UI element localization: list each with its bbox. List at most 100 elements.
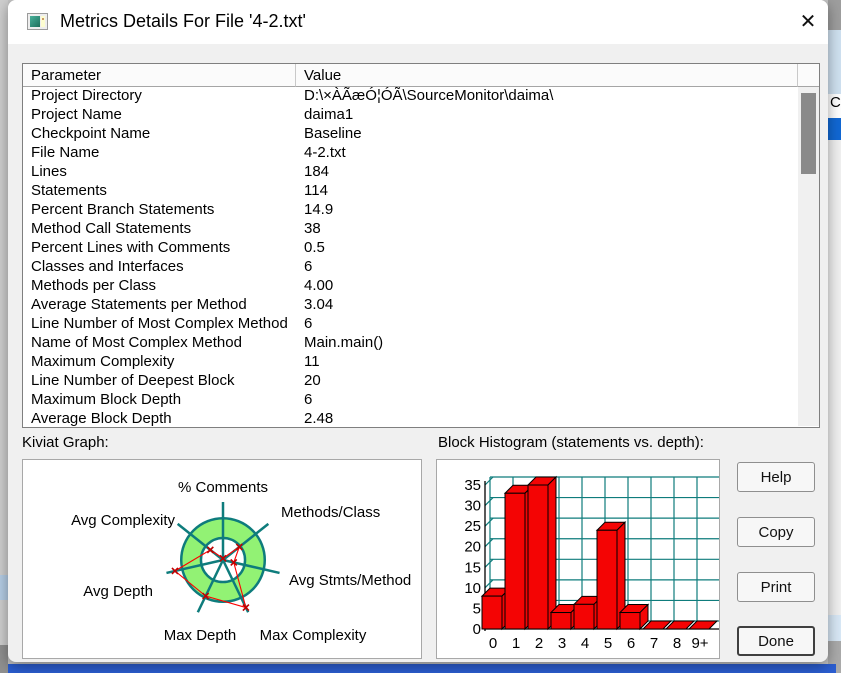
column-header-parameter[interactable]: Parameter bbox=[23, 64, 296, 87]
app-icon[interactable] bbox=[27, 13, 48, 30]
svg-text:30: 30 bbox=[464, 498, 481, 515]
background-window-right-edge: C bbox=[828, 0, 841, 673]
svg-text:8: 8 bbox=[673, 635, 681, 652]
svg-text:Avg Depth: Avg Depth bbox=[83, 583, 153, 600]
dialog-title: Metrics Details For File '4-2.txt' bbox=[60, 11, 306, 31]
svg-text:10: 10 bbox=[464, 580, 481, 597]
table-row[interactable]: Line Number of Most Complex Method 6 bbox=[23, 315, 798, 334]
titlebar[interactable]: Metrics Details For File '4-2.txt' ✕ bbox=[8, 0, 828, 44]
value-cell: Baseline bbox=[304, 125, 362, 142]
svg-text:9+: 9+ bbox=[691, 635, 708, 652]
svg-text:0: 0 bbox=[489, 635, 497, 652]
background-accent-left bbox=[0, 575, 8, 600]
svg-text:7: 7 bbox=[650, 635, 658, 652]
value-cell: 38 bbox=[304, 220, 321, 237]
background-titlebar-fragment bbox=[828, 0, 841, 30]
background-window-left-edge bbox=[0, 0, 8, 673]
svg-text:Methods/Class: Methods/Class bbox=[281, 504, 380, 521]
value-cell: 11 bbox=[304, 353, 320, 370]
table-row[interactable]: Project Name daima1 bbox=[23, 106, 798, 125]
close-icon: ✕ bbox=[799, 10, 817, 33]
value-cell: daima1 bbox=[304, 106, 354, 123]
parameter-cell: File Name bbox=[31, 144, 100, 161]
help-button[interactable]: Help bbox=[737, 462, 815, 492]
table-header: Parameter Value bbox=[23, 64, 819, 87]
background-letter: C bbox=[830, 94, 841, 111]
parameter-cell: Maximum Block Depth bbox=[31, 391, 182, 408]
copy-button[interactable]: Copy bbox=[737, 517, 815, 547]
value-cell: 6 bbox=[304, 391, 313, 408]
histogram-panel: 0 5 10 15 20 25 30 35 0 1 2 3 4 5 6 7 8 9+ bbox=[436, 459, 720, 659]
svg-text:Max Complexity: Max Complexity bbox=[260, 627, 367, 644]
value-cell: 4-2.txt bbox=[304, 144, 346, 161]
value-cell: 14.9 bbox=[304, 201, 334, 218]
table-row[interactable]: Average Block Depth 2.48 bbox=[23, 410, 798, 427]
svg-text:35: 35 bbox=[464, 477, 481, 494]
parameter-cell: Maximum Complexity bbox=[31, 353, 175, 370]
table-row[interactable]: Maximum Block Depth 6 bbox=[23, 391, 798, 410]
value-cell: Main.main() bbox=[304, 334, 384, 351]
table-row[interactable]: Lines 184 bbox=[23, 163, 798, 182]
parameter-cell: Name of Most Complex Method bbox=[31, 334, 242, 351]
vertical-scrollbar[interactable] bbox=[798, 87, 819, 426]
svg-text:15: 15 bbox=[464, 559, 481, 576]
parameter-cell: Statements bbox=[31, 182, 107, 199]
table-row[interactable]: Maximum Complexity 11 bbox=[23, 353, 798, 372]
column-header-filler bbox=[798, 64, 819, 87]
svg-text:25: 25 bbox=[464, 518, 481, 535]
table-row[interactable]: Name of Most Complex Method Main.main() bbox=[23, 334, 798, 353]
svg-text:3: 3 bbox=[558, 635, 566, 652]
background-selected-row-fragment bbox=[828, 118, 841, 140]
svg-text:20: 20 bbox=[464, 539, 481, 556]
metrics-details-dialog: Metrics Details For File '4-2.txt' ✕ Par… bbox=[8, 0, 828, 662]
scrollbar-thumb[interactable] bbox=[801, 93, 816, 174]
block-histogram-label: Block Histogram (statements vs. depth): bbox=[438, 434, 704, 451]
svg-text:4: 4 bbox=[581, 635, 589, 652]
table-row[interactable]: Average Statements per Method 3.04 bbox=[23, 296, 798, 315]
parameter-cell: Classes and Interfaces bbox=[31, 258, 184, 275]
parameter-cell: Line Number of Deepest Block bbox=[31, 372, 235, 389]
table-row[interactable]: Line Number of Deepest Block 20 bbox=[23, 372, 798, 391]
table-row[interactable]: Checkpoint Name Baseline bbox=[23, 125, 798, 144]
column-header-value[interactable]: Value bbox=[296, 64, 798, 87]
value-cell: 2.48 bbox=[304, 410, 334, 427]
table-row[interactable]: Project Directory D:\×ÀÃæÓ¦ÓÃ\SourceMonit… bbox=[23, 87, 798, 106]
value-cell: 6 bbox=[304, 258, 313, 275]
table-row[interactable]: Method Call Statements 38 bbox=[23, 220, 798, 239]
parameter-cell: Project Directory bbox=[31, 87, 142, 104]
svg-text:2: 2 bbox=[535, 635, 543, 652]
kiviat-graph-label: Kiviat Graph: bbox=[22, 434, 109, 451]
value-cell: 6 bbox=[304, 315, 313, 332]
value-cell: 3.04 bbox=[304, 296, 334, 313]
parameter-cell: Percent Branch Statements bbox=[31, 201, 215, 218]
done-button[interactable]: Done bbox=[737, 626, 815, 656]
parameter-cell: Checkpoint Name bbox=[31, 125, 151, 142]
svg-text:Avg Stmts/Method: Avg Stmts/Method bbox=[289, 572, 411, 589]
table-row[interactable]: Percent Lines with Comments 0.5 bbox=[23, 239, 798, 258]
table-row[interactable]: Methods per Class 4.00 bbox=[23, 277, 798, 296]
print-button[interactable]: Print bbox=[737, 572, 815, 602]
svg-text:Max Depth: Max Depth bbox=[164, 627, 237, 644]
value-cell: 4.00 bbox=[304, 277, 334, 294]
value-cell: 184 bbox=[304, 163, 330, 180]
svg-text:5: 5 bbox=[604, 635, 612, 652]
parameter-cell: Average Block Depth bbox=[31, 410, 172, 427]
table-row[interactable]: Statements 114 bbox=[23, 182, 798, 201]
table-row[interactable]: Classes and Interfaces 6 bbox=[23, 258, 798, 277]
table-row[interactable]: Percent Branch Statements 14.9 bbox=[23, 201, 798, 220]
background-toolbar-fragment bbox=[828, 30, 841, 94]
histogram-chart: 051015202530350 1 2 3 4 5 6 7 8 9+ bbox=[464, 475, 719, 652]
value-cell: D:\×ÀÃæÓ¦ÓÃ\SourceMonitor\daima\ bbox=[304, 87, 554, 104]
svg-text:1: 1 bbox=[512, 635, 520, 652]
svg-text:% Comments: % Comments bbox=[178, 479, 268, 496]
parameter-cell: Average Statements per Method bbox=[31, 296, 247, 313]
parameter-cell: Lines bbox=[31, 163, 67, 180]
parameter-cell: Line Number of Most Complex Method bbox=[31, 315, 288, 332]
metrics-table: Parameter Value Project Directory D:\×ÀÃæ… bbox=[22, 63, 820, 428]
table-row[interactable]: File Name 4-2.txt bbox=[23, 144, 798, 163]
close-button[interactable]: ✕ bbox=[792, 5, 824, 37]
background-accent-left-bottom bbox=[0, 645, 8, 673]
app-icon-chart-pane bbox=[30, 16, 40, 27]
background-bottom-blue-strip bbox=[8, 664, 836, 673]
svg-text:6: 6 bbox=[627, 635, 635, 652]
